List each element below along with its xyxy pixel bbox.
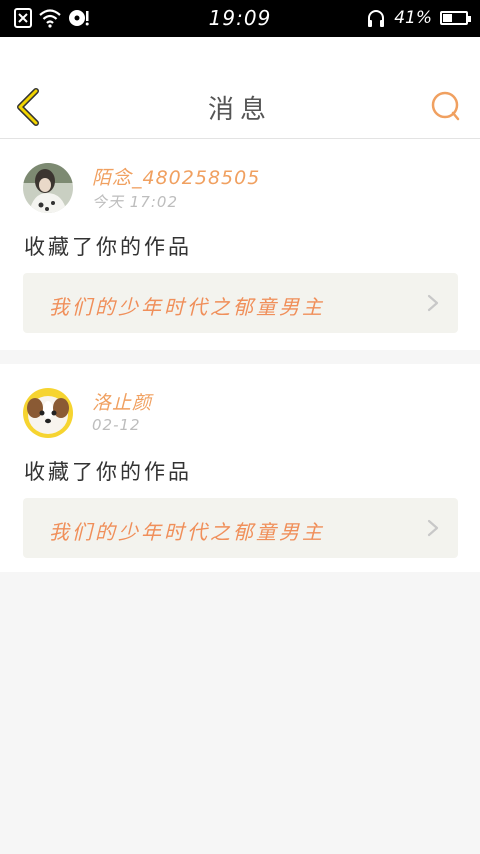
message-text: 收藏了你的作品 bbox=[24, 460, 192, 484]
battery-percent: 41% bbox=[394, 8, 432, 28]
username[interactable]: 洛止颜 bbox=[92, 388, 152, 415]
status-bar: 19:09 41% bbox=[0, 0, 480, 37]
message-time: 02-12 bbox=[92, 416, 141, 434]
username[interactable]: 陌念_480258505 bbox=[92, 163, 260, 190]
battery-icon bbox=[440, 11, 471, 25]
avatar[interactable] bbox=[23, 163, 73, 213]
chat-bubble-icon[interactable] bbox=[428, 89, 462, 123]
work-title: 我们的少年时代之郁童男主 bbox=[49, 520, 325, 544]
message-card: 陌念_480258505 今天 17:02 收藏了你的作品 我们的少年时代之郁童… bbox=[0, 139, 480, 350]
app-header: 消息 bbox=[0, 37, 480, 139]
work-title: 我们的少年时代之郁童男主 bbox=[49, 295, 325, 319]
message-text: 收藏了你的作品 bbox=[24, 235, 192, 259]
headphones-icon bbox=[368, 10, 385, 27]
avatar[interactable] bbox=[23, 388, 73, 438]
battery-fill bbox=[443, 14, 452, 22]
chevron-right-icon bbox=[427, 294, 439, 312]
status-right-icons: 41% bbox=[366, 7, 471, 29]
message-time: 今天 17:02 bbox=[92, 193, 178, 211]
chevron-right-icon bbox=[427, 519, 439, 537]
message-card: 洛止颜 02-12 收藏了你的作品 我们的少年时代之郁童男主 bbox=[0, 364, 480, 572]
work-link[interactable]: 我们的少年时代之郁童男主 bbox=[23, 273, 458, 333]
page-title: 消息 bbox=[207, 95, 272, 125]
work-link[interactable]: 我们的少年时代之郁童男主 bbox=[23, 498, 458, 558]
